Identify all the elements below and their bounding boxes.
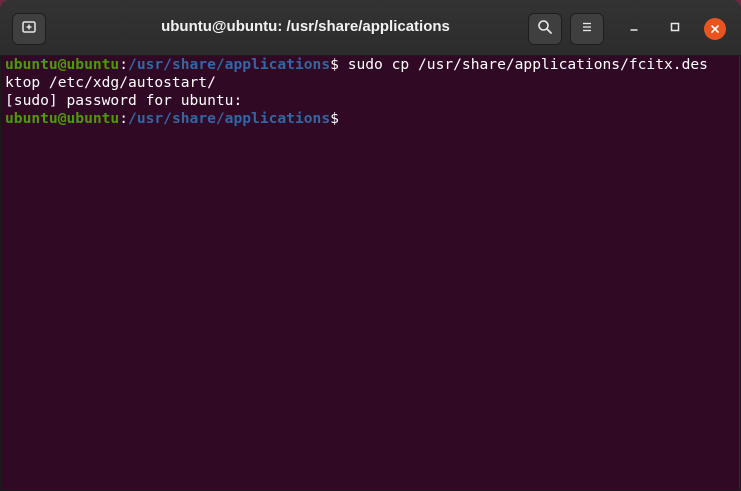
prompt-dollar: $ bbox=[330, 110, 339, 127]
terminal-window: ubuntu@ubuntu: /usr/share/applications u… bbox=[0, 0, 741, 491]
prompt-path: /usr/share/applications bbox=[128, 110, 331, 127]
command-text: sudo cp /usr/share/applications/fcitx.de… bbox=[347, 56, 708, 73]
search-icon bbox=[537, 19, 553, 40]
prompt-user-host: ubuntu@ubuntu bbox=[5, 56, 120, 73]
terminal-output[interactable]: ubuntu@ubuntu:/usr/share/applications$ s… bbox=[1, 56, 739, 490]
maximize-button[interactable] bbox=[663, 17, 687, 41]
minimize-button[interactable] bbox=[622, 17, 646, 41]
maximize-icon bbox=[669, 20, 681, 38]
prompt-path: /usr/share/applications bbox=[128, 56, 331, 73]
prompt-colon: : bbox=[119, 56, 129, 73]
prompt-colon: : bbox=[119, 110, 129, 127]
minimize-icon bbox=[628, 20, 640, 38]
search-button[interactable] bbox=[528, 13, 562, 45]
close-icon bbox=[704, 18, 726, 40]
hamburger-menu-icon bbox=[580, 20, 594, 39]
terminal-line-command: ubuntu@ubuntu:/usr/share/applications$ s… bbox=[5, 56, 739, 74]
window-title: ubuntu@ubuntu: /usr/share/applications bbox=[161, 18, 450, 35]
title-bar[interactable]: ubuntu@ubuntu: /usr/share/applications bbox=[0, 0, 741, 56]
new-tab-icon bbox=[21, 19, 37, 40]
menu-button[interactable] bbox=[570, 13, 604, 45]
new-tab-button[interactable] bbox=[12, 13, 46, 45]
terminal-line-sudo-prompt: [sudo] password for ubuntu: bbox=[5, 92, 243, 109]
prompt-user-host: ubuntu@ubuntu bbox=[5, 110, 120, 127]
terminal-line-command-wrap: ktop /etc/xdg/autostart/ bbox=[5, 74, 216, 91]
close-button[interactable] bbox=[703, 17, 727, 41]
terminal-line-prompt: ubuntu@ubuntu:/usr/share/applications$ bbox=[5, 110, 739, 128]
prompt-dollar: $ bbox=[330, 56, 348, 73]
